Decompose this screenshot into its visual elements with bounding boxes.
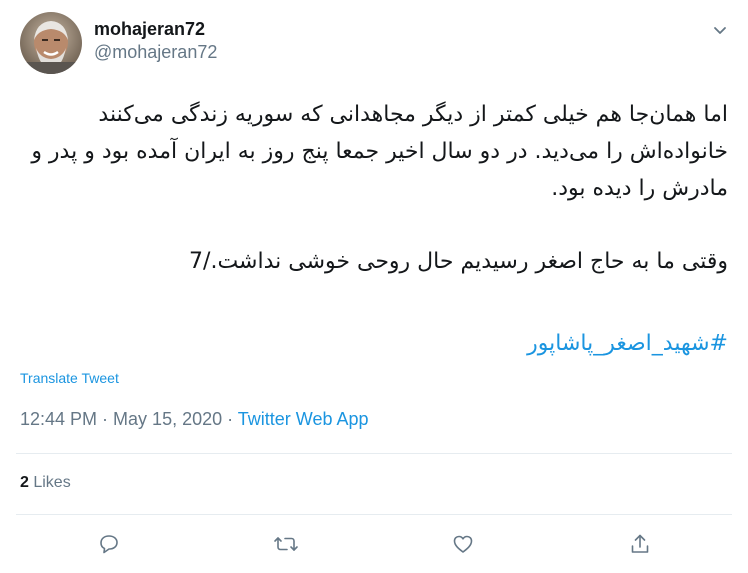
user-block: mohajeran72 @mohajeran72 xyxy=(94,18,217,63)
action-bar xyxy=(0,528,748,562)
tweet-paragraph-2: وقتی ما به حاج اصغر رسیدیم حال روحی خوشی… xyxy=(189,249,728,274)
meta-separator: · xyxy=(97,409,114,429)
share-icon[interactable] xyxy=(626,530,654,558)
divider xyxy=(16,453,732,454)
retweet-icon[interactable] xyxy=(272,530,300,558)
display-name[interactable]: mohajeran72 xyxy=(94,18,217,40)
heart-icon[interactable] xyxy=(449,530,477,558)
chevron-down-icon[interactable] xyxy=(710,20,730,40)
hashtag-link[interactable]: #شهید_اصغر_پاشاپور xyxy=(527,325,728,362)
user-handle[interactable]: @mohajeran72 xyxy=(94,41,217,63)
reply-icon[interactable] xyxy=(95,530,123,558)
divider xyxy=(16,514,732,515)
tweet-paragraph-1: اما همان‌جا هم خیلی کمتر از دیگر مجاهدان… xyxy=(31,102,728,201)
translate-tweet-link[interactable]: Translate Tweet xyxy=(20,369,119,387)
tweet-meta: 12:44 PM · May 15, 2020 · Twitter Web Ap… xyxy=(20,408,369,430)
tweet-source-link[interactable]: Twitter Web App xyxy=(238,409,369,429)
likes-count: 2 xyxy=(20,474,29,491)
likes-summary[interactable]: 2 Likes xyxy=(20,473,71,493)
tweet-header: mohajeran72 @mohajeran72 xyxy=(20,12,732,76)
tweet-date[interactable]: May 15, 2020 xyxy=(113,409,222,429)
tweet-card: mohajeran72 @mohajeran72 اما همان‌جا هم … xyxy=(0,0,748,573)
tweet-text: اما همان‌جا هم خیلی کمتر از دیگر مجاهدان… xyxy=(20,96,728,280)
meta-separator: · xyxy=(222,409,238,429)
likes-label: Likes xyxy=(28,474,71,491)
tweet-time[interactable]: 12:44 PM xyxy=(20,409,97,429)
avatar[interactable] xyxy=(20,12,82,74)
